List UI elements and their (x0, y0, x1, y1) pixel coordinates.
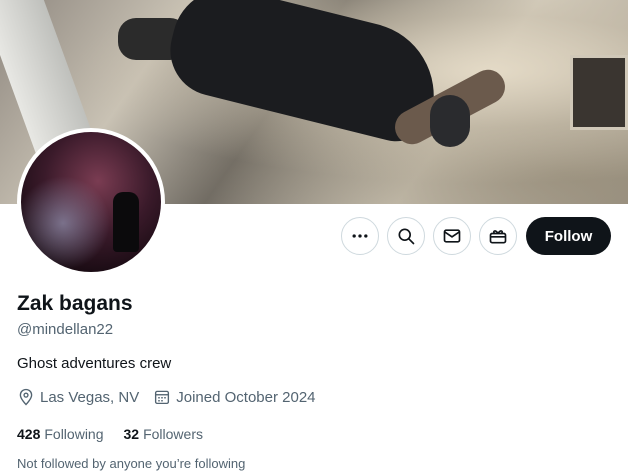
message-button[interactable] (433, 217, 471, 255)
followers-link[interactable]: 32 Followers (124, 426, 203, 442)
followers-count: 32 (123, 426, 140, 442)
avatar[interactable] (17, 128, 165, 276)
avatar-silhouette (113, 192, 139, 252)
subscribe-icon (489, 230, 507, 244)
follow-button[interactable]: Follow (526, 217, 611, 255)
banner-head (430, 95, 470, 147)
user-handle: @mindellan22 (17, 321, 114, 338)
banner-floor-hole (570, 55, 628, 130)
location-pin-icon (19, 388, 33, 406)
join-date: Joined October 2024 (153, 388, 316, 406)
following-link[interactable]: 428 Following (17, 426, 104, 442)
profile-meta: Las Vegas, NV Joined October 2024 (17, 388, 330, 406)
more-options-button[interactable] (341, 217, 379, 255)
join-date-text: Joined October 2024 (176, 388, 316, 406)
subscribe-button[interactable] (479, 217, 517, 255)
search-button[interactable] (387, 217, 425, 255)
location-text: Las Vegas, NV (40, 388, 140, 406)
mail-icon (443, 229, 461, 243)
social-context: Not followed by anyone you’re following (17, 456, 246, 471)
bio: Ghost adventures crew (17, 355, 172, 372)
following-count: 428 (17, 426, 41, 442)
following-label: Following (44, 426, 104, 442)
more-icon (352, 234, 368, 238)
search-icon (398, 228, 415, 245)
location: Las Vegas, NV (17, 388, 139, 406)
followers-label: Followers (143, 426, 203, 442)
follow-stats: 428 Following 32 Followers (17, 426, 223, 442)
calendar-icon (155, 390, 170, 405)
display-name: Zak bagans (17, 292, 133, 315)
